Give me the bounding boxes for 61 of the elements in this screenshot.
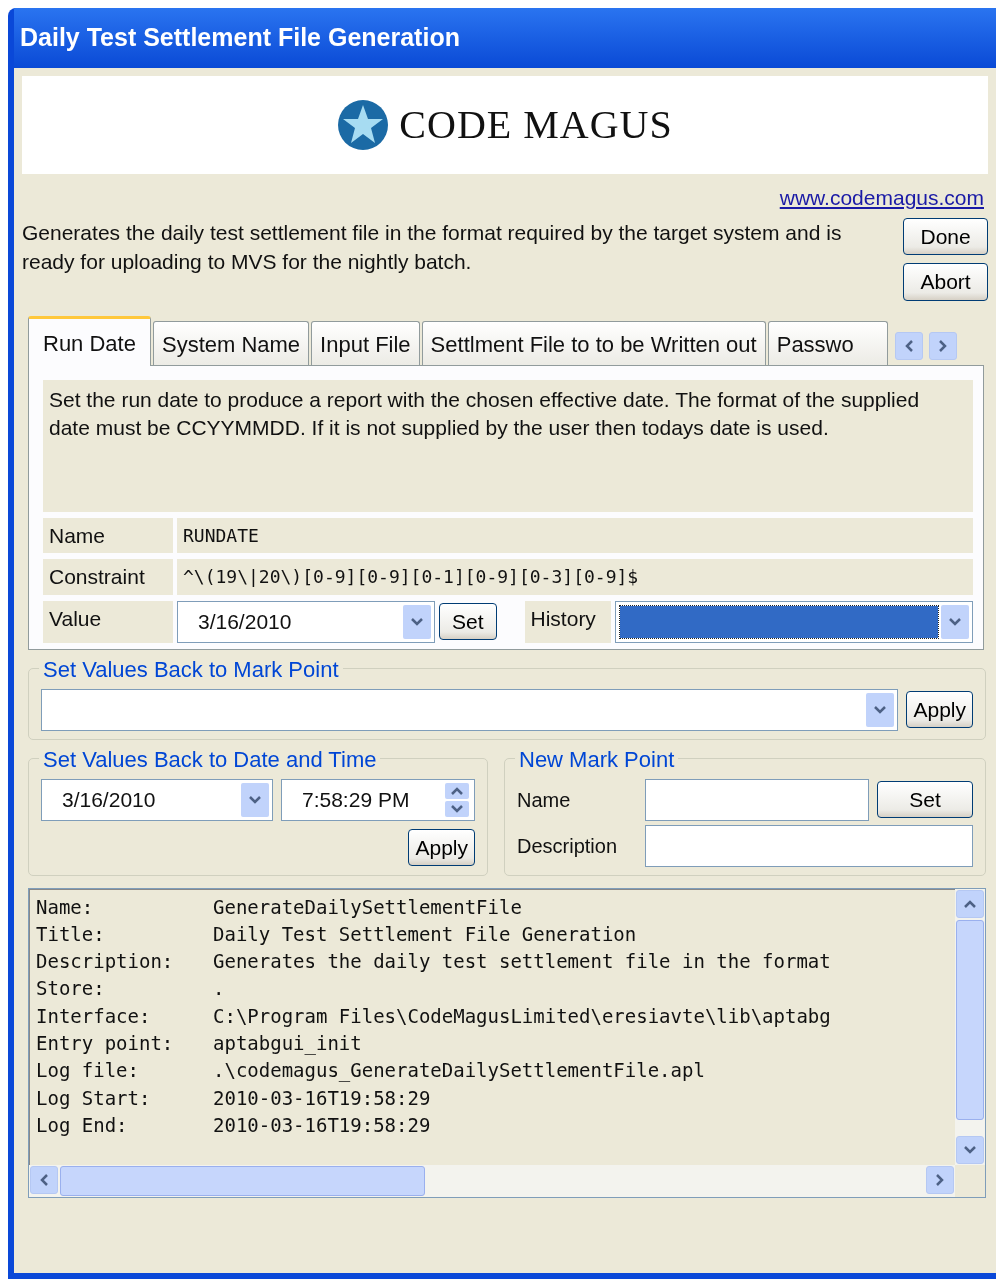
spinner-arrows-icon [444, 781, 470, 818]
tab[interactable]: Passwo [767, 320, 888, 365]
scroll-thumb[interactable] [60, 1165, 425, 1196]
tab[interactable]: System Name [152, 320, 310, 365]
date-dropdown[interactable]: 3/16/2010 [41, 778, 273, 821]
log-value: . [213, 976, 225, 1002]
log-value: GenerateDailySettlementFile [213, 894, 522, 920]
dialog-button[interactable]: Abort [903, 263, 988, 301]
apply-button[interactable]: Apply [906, 690, 973, 729]
window-title: Daily Test Settlement File Generation [20, 22, 460, 54]
field-label: Description [517, 833, 619, 859]
log-value: C:\Program Files\CodeMagusLimited\eresiavte\lib\aptabg [213, 1003, 831, 1029]
log-label: Store: [36, 976, 106, 1002]
scroll-thumb[interactable] [956, 919, 984, 1120]
log-label: Description: [36, 949, 175, 975]
tab-scroll-right-icon[interactable] [928, 331, 957, 360]
tab[interactable]: Settlment File to to be Written out [421, 320, 766, 365]
log-label: Title: [36, 921, 106, 947]
time-spinner[interactable]: 7:58:29 PM [281, 778, 475, 821]
date-dropdown[interactable]: 3/16/2010 [177, 600, 435, 643]
apply-button[interactable]: Apply [408, 828, 475, 866]
log-label: Log End: [36, 1112, 129, 1138]
log-value: 2010-03-16T19:58:29 [213, 1085, 431, 1111]
field-label: Name [43, 517, 173, 553]
mark-point-dropdown[interactable] [41, 688, 899, 731]
log-label: Name: [36, 894, 95, 920]
website-link[interactable]: www.codemagus.com [779, 182, 984, 214]
tab[interactable]: Run Date [28, 315, 151, 366]
field-value: RUNDATE [177, 517, 973, 553]
log-label: Entry point: [36, 1031, 175, 1056]
scroll-up-icon[interactable] [956, 889, 984, 918]
scroll-down-icon[interactable] [956, 1135, 984, 1164]
log-label: Interface: [36, 1003, 152, 1029]
horizontal-scrollbar[interactable] [29, 1164, 955, 1197]
log-label: Log file: [36, 1058, 140, 1084]
field-label: Name [517, 787, 572, 813]
field-label: Constraint [43, 559, 173, 595]
scroll-right-icon[interactable] [926, 1165, 954, 1194]
log-label: Log Start: [36, 1085, 152, 1111]
vertical-scrollbar[interactable] [955, 888, 985, 1165]
field-label: Value [43, 600, 173, 643]
tab[interactable]: Input File [311, 320, 420, 365]
log-value: .\codemagus_GenerateDailySettlementFile.apl [213, 1058, 705, 1084]
scroll-left-icon[interactable] [30, 1165, 58, 1194]
field-label: History [524, 600, 611, 643]
name-input-field[interactable] [645, 778, 869, 821]
field-value: ^\(19\|20\)[0-9][0-9][0-1][0-9][0-3][0-9]$ [177, 559, 973, 595]
log-value: Daily Test Settlement File Generation [213, 921, 637, 947]
description-text: Generates the daily test settlement file in the format required by the target system and is ready for uploading to MVS for the nightly batch. [22, 219, 843, 275]
log-value: 2010-03-16T19:58:29 [213, 1112, 431, 1138]
set-button[interactable]: Set [877, 780, 973, 819]
log-value: aptabgui_init [213, 1031, 362, 1057]
description-input-field[interactable] [645, 824, 973, 867]
star-logo-icon [337, 99, 390, 151]
history-dropdown[interactable] [614, 600, 973, 643]
tab-scroll-left-icon[interactable] [894, 331, 923, 360]
dialog-button[interactable]: Done [903, 217, 988, 255]
log-value: Generates the daily test settlement file in the format [213, 949, 831, 975]
set-button[interactable]: Set [439, 602, 497, 641]
help-text: Set the run date to produce a report with the chosen effective date. The format of the supplied date must be CCYYMMDD. If it is not supplied by the user then todays date is used. [43, 379, 973, 512]
logo-text: CODE MAGUS [399, 101, 673, 149]
